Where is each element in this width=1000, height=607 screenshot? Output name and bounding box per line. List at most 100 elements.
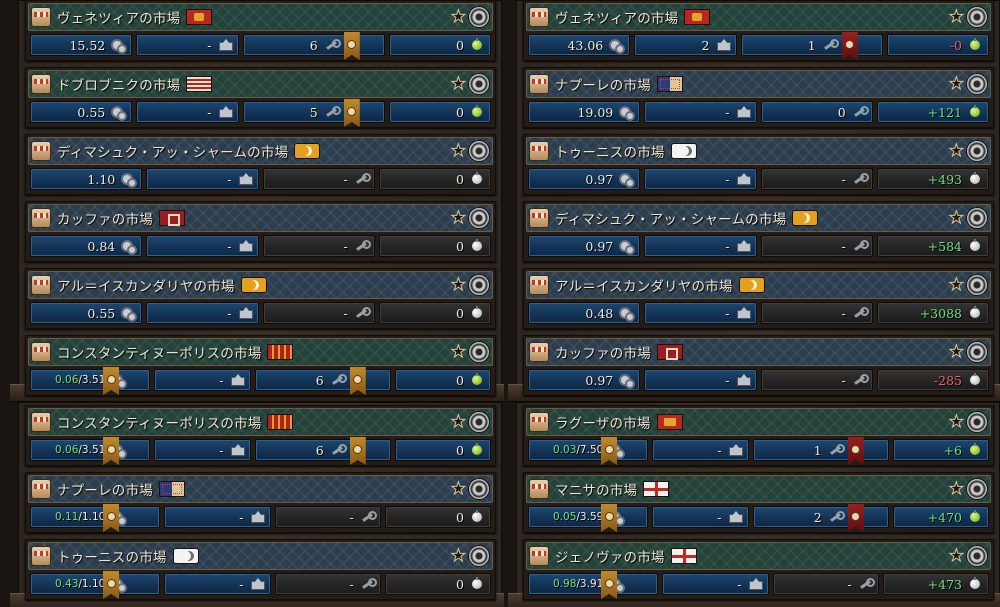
- supply-stat[interactable]: 0: [384, 573, 491, 595]
- settings-gear-icon[interactable]: [468, 545, 490, 567]
- market-card[interactable]: ナプーレの市場 ★ 0.11/1.10 - - 0: [25, 472, 496, 533]
- buildings-stat[interactable]: -: [154, 369, 251, 391]
- trade-stat[interactable]: -: [760, 369, 873, 391]
- production-stat[interactable]: 0.55: [30, 101, 133, 123]
- favorite-star-icon[interactable]: ★: [948, 75, 964, 93]
- market-card[interactable]: アル＝イスカンダリヤの市場 ★ 0.48 - - +3088: [523, 268, 994, 329]
- trade-stat[interactable]: -: [274, 506, 381, 528]
- trade-stat[interactable]: -: [760, 235, 873, 257]
- settings-gear-icon[interactable]: [468, 6, 490, 28]
- buildings-stat[interactable]: -: [652, 439, 749, 461]
- buildings-stat[interactable]: -: [164, 506, 271, 528]
- production-stat[interactable]: 1.10: [30, 168, 143, 190]
- production-stat[interactable]: 0.06/3.51: [30, 367, 151, 395]
- market-card[interactable]: トゥーニスの市場 ★ 0.43/1.10 - - 0: [25, 539, 496, 600]
- favorite-star-icon[interactable]: ★: [948, 8, 964, 26]
- supply-stat[interactable]: 0: [384, 506, 491, 528]
- market-card[interactable]: トゥーニスの市場 ★ 0.97 - - +493: [523, 134, 994, 195]
- favorite-star-icon[interactable]: ★: [450, 343, 466, 361]
- buildings-stat[interactable]: -: [644, 369, 757, 391]
- trade-stat[interactable]: 6: [254, 437, 391, 465]
- favorite-star-icon[interactable]: ★: [450, 142, 466, 160]
- buildings-stat[interactable]: -: [644, 235, 757, 257]
- supply-stat[interactable]: +473: [882, 573, 989, 595]
- market-card[interactable]: カッファの市場 ★ 0.84 - - 0: [25, 201, 496, 262]
- buildings-stat[interactable]: -: [652, 506, 749, 528]
- production-stat[interactable]: 0.03/7.50: [528, 437, 649, 465]
- market-card[interactable]: ナプーレの市場 ★ 19.09 - 0 +121: [523, 67, 994, 128]
- settings-gear-icon[interactable]: [966, 545, 988, 567]
- supply-stat[interactable]: 0: [388, 34, 491, 56]
- market-card-header[interactable]: マニサの市場 ★: [526, 475, 991, 503]
- favorite-star-icon[interactable]: ★: [948, 413, 964, 431]
- favorite-star-icon[interactable]: ★: [948, 142, 964, 160]
- settings-gear-icon[interactable]: [468, 341, 490, 363]
- market-card-header[interactable]: ラグーザの市場 ★: [526, 408, 991, 436]
- market-card-header[interactable]: アル＝イスカンダリヤの市場 ★: [28, 271, 493, 299]
- favorite-star-icon[interactable]: ★: [948, 480, 964, 498]
- market-card-header[interactable]: ディマシュク・アッ・シャームの市場 ★: [526, 204, 991, 232]
- market-card-header[interactable]: コンスタンティヌーポリスの市場 ★: [28, 338, 493, 366]
- buildings-stat[interactable]: 2: [634, 34, 737, 56]
- favorite-star-icon[interactable]: ★: [450, 209, 466, 227]
- settings-gear-icon[interactable]: [468, 207, 490, 229]
- buildings-stat[interactable]: -: [136, 101, 239, 123]
- buildings-stat[interactable]: -: [146, 302, 259, 324]
- favorite-star-icon[interactable]: ★: [948, 276, 964, 294]
- settings-gear-icon[interactable]: [468, 140, 490, 162]
- trade-stat[interactable]: -: [760, 302, 873, 324]
- favorite-star-icon[interactable]: ★: [948, 209, 964, 227]
- market-card-header[interactable]: ドブロブニクの市場 ★: [28, 70, 493, 98]
- market-card[interactable]: マニサの市場 ★ 0.05/3.59 - 2 +470: [523, 472, 994, 533]
- market-card[interactable]: コンスタンティヌーポリスの市場 ★ 0.06/3.51 - 6 0: [25, 335, 496, 396]
- settings-gear-icon[interactable]: [966, 73, 988, 95]
- production-stat[interactable]: 0.48: [528, 302, 641, 324]
- market-card-header[interactable]: アル＝イスカンダリヤの市場 ★: [526, 271, 991, 299]
- favorite-star-icon[interactable]: ★: [948, 343, 964, 361]
- market-card-header[interactable]: トゥーニスの市場 ★: [28, 542, 493, 570]
- supply-stat[interactable]: +6: [892, 439, 989, 461]
- market-card-header[interactable]: カッファの市場 ★: [526, 338, 991, 366]
- settings-gear-icon[interactable]: [966, 207, 988, 229]
- market-card-header[interactable]: ヴェネツィアの市場 ★: [28, 3, 493, 31]
- market-card-header[interactable]: ナプーレの市場 ★: [28, 475, 493, 503]
- favorite-star-icon[interactable]: ★: [450, 276, 466, 294]
- supply-stat[interactable]: 0: [378, 168, 491, 190]
- market-card[interactable]: ヴェネツィアの市場 ★ 43.06 2 1 -0: [523, 0, 994, 61]
- trade-stat[interactable]: -: [262, 235, 375, 257]
- settings-gear-icon[interactable]: [468, 478, 490, 500]
- production-stat[interactable]: 0.97: [528, 168, 641, 190]
- settings-gear-icon[interactable]: [966, 6, 988, 28]
- trade-stat[interactable]: -: [262, 168, 375, 190]
- trade-stat[interactable]: 5: [242, 99, 385, 127]
- favorite-star-icon[interactable]: ★: [450, 413, 466, 431]
- buildings-stat[interactable]: -: [136, 34, 239, 56]
- buildings-stat[interactable]: -: [644, 168, 757, 190]
- production-stat[interactable]: 0.05/3.59: [528, 504, 649, 532]
- supply-stat[interactable]: +3088: [876, 302, 989, 324]
- trade-stat[interactable]: -: [772, 573, 879, 595]
- supply-stat[interactable]: 0: [378, 235, 491, 257]
- buildings-stat[interactable]: -: [644, 302, 757, 324]
- buildings-stat[interactable]: -: [662, 573, 769, 595]
- market-card-header[interactable]: ヴェネツィアの市場 ★: [526, 3, 991, 31]
- market-card[interactable]: カッファの市場 ★ 0.97 - - -285: [523, 335, 994, 396]
- trade-stat[interactable]: -: [262, 302, 375, 324]
- buildings-stat[interactable]: -: [146, 235, 259, 257]
- production-stat[interactable]: 43.06: [528, 34, 631, 56]
- supply-stat[interactable]: -285: [876, 369, 989, 391]
- settings-gear-icon[interactable]: [468, 274, 490, 296]
- trade-stat[interactable]: -: [274, 573, 381, 595]
- production-stat[interactable]: 0.55: [30, 302, 143, 324]
- market-card[interactable]: ラグーザの市場 ★ 0.03/7.50 - 1 +6: [523, 405, 994, 466]
- production-stat[interactable]: 0.98/3.91: [528, 571, 659, 599]
- settings-gear-icon[interactable]: [966, 274, 988, 296]
- trade-stat[interactable]: 1: [740, 32, 883, 60]
- trade-stat[interactable]: -: [760, 168, 873, 190]
- market-card[interactable]: ディマシュク・アッ・シャームの市場 ★ 1.10 - - 0: [25, 134, 496, 195]
- trade-stat[interactable]: 2: [752, 504, 889, 532]
- supply-stat[interactable]: +584: [876, 235, 989, 257]
- production-stat[interactable]: 0.84: [30, 235, 143, 257]
- supply-stat[interactable]: 0: [388, 101, 491, 123]
- production-stat[interactable]: 0.06/3.51: [30, 437, 151, 465]
